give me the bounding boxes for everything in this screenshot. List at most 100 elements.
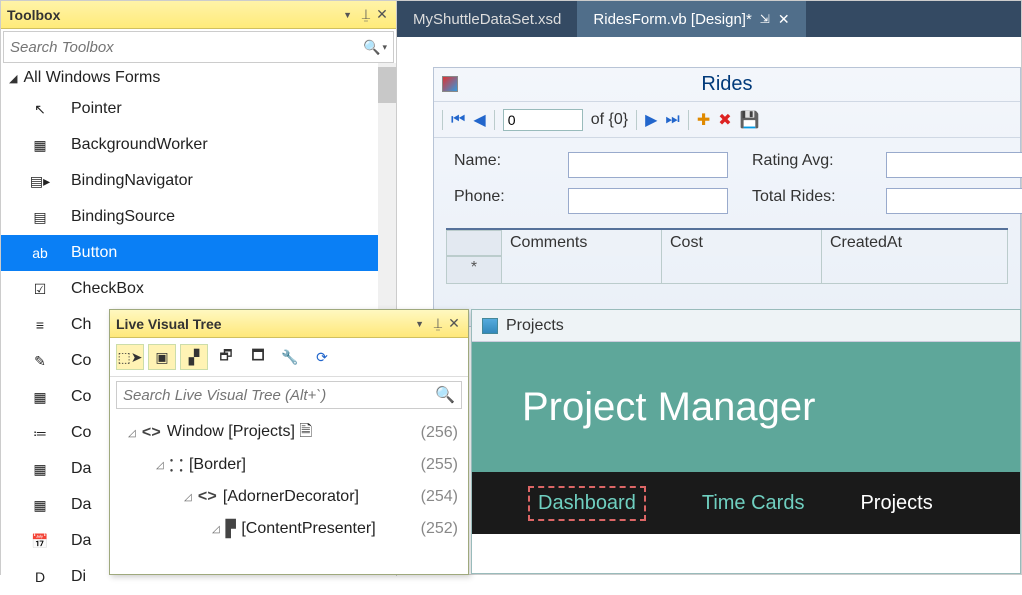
projects-window: Projects Project Manager Dashboard Time C… — [471, 309, 1021, 574]
input-name[interactable] — [568, 152, 728, 178]
toolbox-item-icon: ▤ — [29, 206, 51, 228]
pin-icon[interactable]: ⇲ — [760, 12, 770, 26]
toolbox-item-label: CheckBox — [71, 280, 144, 298]
close-icon[interactable]: ✕ — [778, 11, 790, 28]
caret-icon[interactable]: ◿ — [212, 524, 220, 535]
toolbox-item-icon: ▤▸ — [29, 170, 51, 192]
form-surface[interactable]: Rides ⏮ ◀ of {0} ▶ ⏭ ✚ ✖ 💾 Name: Rating … — [433, 67, 1021, 327]
caret-icon[interactable]: ◿ — [156, 460, 164, 471]
toolbox-item-label: BindingSource — [71, 208, 175, 226]
lvt-layout-adorners-icon[interactable]: ▣ — [148, 344, 176, 370]
tab-dataset[interactable]: MyShuttleDataSet.xsd — [397, 1, 577, 37]
projects-app-icon — [482, 318, 498, 334]
chevron-down-icon[interactable]: ▾ — [382, 42, 387, 53]
grid-col-createdat[interactable]: CreatedAt — [822, 230, 1008, 256]
toolbox-item-button[interactable]: abButton — [1, 235, 396, 271]
search-icon[interactable]: 🔍 — [435, 385, 455, 405]
binding-navigator: ⏮ ◀ of {0} ▶ ⏭ ✚ ✖ 💾 — [434, 102, 1020, 138]
node-count: (256) — [421, 424, 458, 442]
form-title: Rides — [701, 73, 752, 96]
dropdown-icon[interactable]: ▼ — [415, 319, 424, 329]
search-icon[interactable]: 🔍 — [363, 39, 380, 56]
pin-icon[interactable]: ⍊ — [430, 315, 446, 332]
projects-hero-title: Project Manager — [522, 385, 815, 430]
lvt-refresh-icon[interactable]: ⟳ — [308, 344, 336, 370]
nav-last-icon[interactable]: ⏭ — [665, 111, 679, 129]
node-count: (255) — [421, 456, 458, 474]
toolbox-item-pointer[interactable]: ↖ Pointer — [1, 91, 396, 127]
live-visual-tree-panel: Live Visual Tree ▼ ⍊ ✕ ⬚➤ ▣ ▗▘ 🗗 🗖 🔧 ⟳ 🔍… — [109, 309, 469, 575]
input-rating[interactable] — [886, 152, 1022, 178]
node-type-icon: ▛ — [226, 519, 236, 539]
lvt-select-element-icon[interactable]: ⬚➤ — [116, 344, 144, 370]
lvt-tree: ◿<>Window [Projects] 🗎(256)◿⸬[Border](25… — [110, 413, 468, 549]
toolbox-search-input[interactable] — [10, 39, 363, 56]
toolbox-item-label: Co — [71, 352, 91, 370]
toolbox-item-label: Da — [71, 460, 91, 478]
nav-of-label: of {0} — [591, 111, 628, 129]
grid-header: Comments Cost CreatedAt — [446, 228, 1008, 256]
lvt-node[interactable]: ◿▛[ContentPresenter](252) — [116, 513, 462, 545]
lvt-toolbar: ⬚➤ ▣ ▗▘ 🗗 🗖 🔧 ⟳ — [110, 338, 468, 377]
lvt-settings-icon[interactable]: 🔧 — [276, 344, 304, 370]
lvt-search[interactable]: 🔍 — [116, 381, 462, 409]
nav-next-icon[interactable]: ▶ — [645, 110, 657, 130]
caret-icon[interactable]: ◿ — [128, 428, 136, 439]
projects-tab-projects[interactable]: Projects — [860, 492, 932, 515]
grid-col-comments[interactable]: Comments — [502, 230, 662, 256]
close-icon[interactable]: ✕ — [374, 6, 390, 23]
toolbox-item-icon: ≔ — [29, 422, 51, 444]
lvt-node[interactable]: ◿⸬[Border](255) — [116, 449, 462, 481]
lvt-collapse-all-icon[interactable]: 🗖 — [244, 344, 272, 370]
toolbox-item-checkbox[interactable]: ☑CheckBox — [1, 271, 396, 307]
tab-label: RidesForm.vb [Design]* — [593, 11, 751, 28]
toolbox-category[interactable]: ◢ All Windows Forms — [1, 65, 396, 91]
toolbox-item-icon: ↖ — [29, 98, 51, 120]
toolbox-item-icon: 📅 — [29, 530, 51, 552]
tab-ridesform[interactable]: RidesForm.vb [Design]* ⇲ ✕ — [577, 1, 805, 37]
input-total[interactable] — [886, 188, 1022, 214]
projects-tab-time-cards[interactable]: Time Cards — [702, 492, 805, 515]
lvt-node[interactable]: ◿<>[AdornerDecorator](254) — [116, 481, 462, 513]
nav-add-icon[interactable]: ✚ — [697, 110, 710, 130]
node-label: Window [Projects] 🗎 — [167, 420, 421, 447]
nav-prev-icon[interactable]: ◀ — [473, 110, 485, 130]
toolbox-item-icon: ✎ — [29, 350, 51, 372]
toolbox-item-backgroundworker[interactable]: ▦BackgroundWorker — [1, 127, 396, 163]
projects-tab-dashboard[interactable]: Dashboard — [528, 486, 646, 521]
nav-position-input[interactable] — [503, 109, 583, 131]
lvt-expand-all-icon[interactable]: 🗗 — [212, 344, 240, 370]
toolbox-header: Toolbox ▼ ⍊ ✕ — [1, 1, 396, 29]
caret-down-icon: ◢ — [9, 72, 17, 85]
toolbox-item-bindingsource[interactable]: ▤ BindingSource — [1, 199, 396, 235]
dropdown-icon[interactable]: ▼ — [343, 10, 352, 20]
lvt-track-focus-icon[interactable]: ▗▘ — [180, 344, 208, 370]
nav-delete-icon[interactable]: ✖ — [718, 110, 731, 130]
nav-save-icon[interactable]: 💾 — [740, 110, 760, 130]
node-label: [ContentPresenter] — [241, 520, 420, 538]
category-label: All Windows Forms — [23, 69, 160, 87]
document-tabs: MyShuttleDataSet.xsd RidesForm.vb [Desig… — [397, 1, 1021, 37]
form-fields: Name: Rating Avg: Phone: Total Rides: — [434, 138, 1020, 228]
nav-first-icon[interactable]: ⏮ — [451, 111, 465, 129]
label-name: Name: — [454, 152, 544, 178]
lvt-node[interactable]: ◿<>Window [Projects] 🗎(256) — [116, 417, 462, 449]
grid-col-cost[interactable]: Cost — [662, 230, 822, 256]
toolbox-item-label: Button — [71, 244, 117, 262]
lvt-header: Live Visual Tree ▼ ⍊ ✕ — [110, 310, 468, 338]
close-icon[interactable]: ✕ — [446, 315, 462, 332]
pin-icon[interactable]: ⍊ — [358, 6, 374, 23]
caret-icon[interactable]: ◿ — [184, 492, 192, 503]
new-row-marker: * — [446, 256, 502, 284]
toolbox-search[interactable]: 🔍 ▾ — [3, 31, 394, 63]
toolbox-item-label: Da — [71, 532, 91, 550]
toolbox-item-label: Pointer — [71, 100, 122, 118]
projects-titlebar: Projects — [472, 310, 1020, 342]
lvt-search-input[interactable] — [123, 387, 435, 404]
toolbox-item-bindingnavigator[interactable]: ▤▸BindingNavigator — [1, 163, 396, 199]
grid-new-row[interactable]: * — [446, 256, 1008, 284]
toolbox-title: Toolbox — [7, 7, 343, 23]
toolbox-item-icon: D — [29, 566, 51, 588]
input-phone[interactable] — [568, 188, 728, 214]
projects-tabs: Dashboard Time Cards Projects — [472, 472, 1020, 534]
